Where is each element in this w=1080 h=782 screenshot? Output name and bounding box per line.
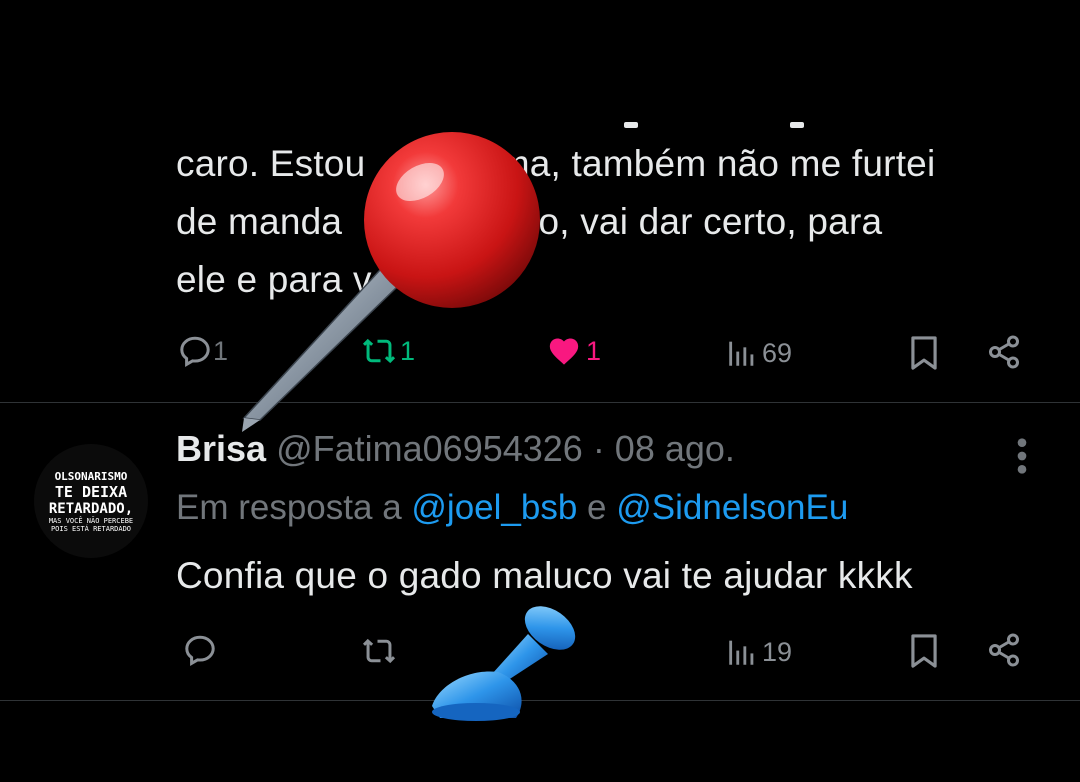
views-count: 69 xyxy=(762,337,793,368)
views-button[interactable]: 69 xyxy=(724,336,792,370)
like-count: 1 xyxy=(586,335,602,366)
views-icon xyxy=(729,341,754,366)
bookmark-button[interactable] xyxy=(908,334,940,372)
share-icon xyxy=(989,335,1019,369)
views-button[interactable]: 19 xyxy=(724,635,792,669)
reply-prefix: Em resposta a xyxy=(176,488,412,527)
pushpin-sticker xyxy=(242,132,540,432)
avatar-text-4: MAS VOCÊ NÃO PERCEBE xyxy=(48,516,134,525)
reply-button[interactable]: 1 xyxy=(177,333,228,369)
views-count: 19 xyxy=(762,636,793,667)
mention-link[interactable]: @joel_bsb xyxy=(411,488,577,527)
blue-pushpin-sticker xyxy=(432,606,576,721)
avatar[interactable]: OLSONARISMO TE DEIXA RETARDADO, MAS VOCÊ… xyxy=(34,444,148,558)
avatar-text-2: TE DEIXA xyxy=(54,482,128,501)
bookmark-icon xyxy=(911,336,937,370)
reply-context: Em resposta a @joel_bsb e @SidnelsonEu xyxy=(176,488,848,528)
reply-count: 1 xyxy=(213,335,229,366)
reply-icon xyxy=(185,635,215,666)
reply-button[interactable] xyxy=(182,632,218,668)
avatar-text-3: RETARDADO, xyxy=(48,500,134,517)
more-icon xyxy=(1017,438,1027,474)
reply-icon xyxy=(180,336,210,367)
views-icon xyxy=(729,640,754,665)
retweet-button[interactable] xyxy=(360,633,398,669)
bookmark-button[interactable] xyxy=(908,632,940,670)
share-button[interactable] xyxy=(986,632,1022,668)
tweet-text: Confia que o gado maluco vai te ajudar k… xyxy=(176,555,913,596)
share-icon xyxy=(989,633,1019,667)
retweet-icon xyxy=(362,638,396,664)
share-button[interactable] xyxy=(986,334,1022,370)
reply-join: e xyxy=(577,488,617,527)
avatar-text-1: OLSONARISMO xyxy=(54,469,128,483)
mention-link[interactable]: @SidnelsonEu xyxy=(616,488,848,527)
avatar-text-5: POIS ESTÁ RETARDADO xyxy=(50,524,132,533)
bookmark-icon xyxy=(911,634,937,668)
more-button[interactable] xyxy=(1014,436,1030,481)
